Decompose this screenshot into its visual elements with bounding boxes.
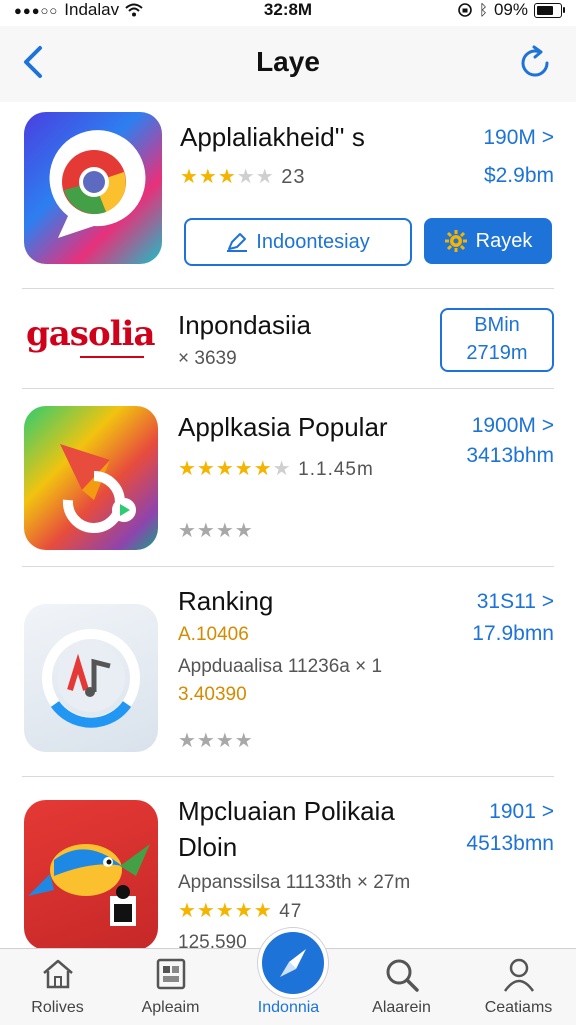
list-item[interactable]: Applkasia Popular ★★★★★★ 1.1.45m ★★★★ 19… [0, 390, 576, 568]
rating-count: 47 [279, 901, 303, 922]
list-item[interactable]: Mpcluaian Polikaia Dloin Appanssilsa 111… [0, 778, 576, 953]
app-meta: Appanssilsa 11133th × 27m [178, 872, 411, 893]
app-name: Inpondasiia [178, 310, 311, 340]
app-price: 4513bmn [466, 832, 554, 855]
star-rating: ★★★★★★ 1.1.45m [178, 458, 374, 480]
divider [22, 566, 554, 567]
app-icon-bird [24, 800, 158, 950]
compass-icon [280, 949, 306, 977]
divider [22, 388, 554, 389]
tab-label: Indonnia [257, 999, 320, 1016]
navigation-bar: Laye [0, 26, 576, 102]
app-price: 17.9bmn [472, 622, 554, 645]
rating-count: 23 [281, 166, 306, 188]
app-size[interactable]: 31S11 > [477, 590, 554, 614]
rate-button-label: Rayek [475, 229, 533, 252]
tab-label: Rolives [31, 999, 84, 1016]
pen-icon [227, 233, 248, 252]
search-icon [386, 959, 419, 992]
list-item[interactable]: Applaliakheid'' s ★★★★★ 23 190M > $2.9bm… [0, 104, 576, 290]
app-name: Ranking [178, 586, 274, 616]
music-circle-logo-icon [42, 629, 140, 728]
price-box-line2: 2719m [466, 342, 528, 364]
gear-icon [444, 230, 467, 252]
app-icon-music-circle [24, 604, 158, 752]
app-size[interactable]: 1901 > [489, 800, 554, 824]
list-item[interactable]: gasolia Inpondasiia × 3639 BMin 2719m [0, 290, 576, 388]
tab-label: Alaarein [372, 999, 431, 1016]
lock-rotation-icon [458, 3, 472, 17]
app-price: 3413bhm [466, 444, 554, 467]
tab-home[interactable]: Rolives [0, 949, 115, 1025]
star-rating: ★★★★ [178, 730, 254, 752]
app-size[interactable]: 1900M > [472, 414, 554, 438]
apps-icon [156, 958, 185, 990]
battery-icon [534, 2, 565, 18]
install-button[interactable]: Indoontesiay [184, 218, 412, 266]
app-price: $2.9bm [483, 164, 554, 187]
tab-profile[interactable]: Ceatiams [461, 949, 576, 1025]
compass-button[interactable] [258, 928, 328, 998]
person-icon [503, 958, 534, 992]
rate-button[interactable]: Rayek [424, 218, 552, 264]
tab-label: Ceatiams [484, 999, 553, 1016]
tab-search[interactable]: Alaarein [344, 949, 459, 1025]
battery-percent: 09% [493, 0, 528, 19]
app-icon-play-like [24, 406, 158, 550]
star-rating: ★★★★★ 23 [180, 166, 306, 188]
install-button-label: Indoontesiay [256, 230, 370, 253]
tab-apps[interactable]: Apleaim [113, 949, 228, 1025]
refresh-icon[interactable] [516, 44, 554, 82]
star-rating: ★★★★★ 47 [178, 900, 303, 922]
app-icon-chrome-like [24, 112, 162, 264]
status-bar: ●●●○○ Indalav 32:8M ᛒ 09% [0, 0, 576, 24]
bird-logo-icon [28, 844, 150, 926]
app-downloads: 3.40390 [178, 684, 247, 705]
music-note-logo-icon [60, 444, 136, 533]
app-name-line1: Mpcluaian Polikaia [178, 796, 395, 826]
rating-count: 1.1.45m [298, 459, 374, 480]
app-name: Applaliakheid'' s [180, 122, 365, 152]
divider [22, 776, 554, 777]
tab-label: Apleaim [141, 999, 200, 1016]
price-box-line1: BMin [474, 314, 520, 336]
divider [22, 288, 554, 289]
bluetooth-icon: ᛒ [478, 1, 488, 19]
secondary-star-rating: ★★★★ [178, 520, 254, 542]
app-name: Applkasia Popular [178, 412, 388, 442]
gasolia-logo: gasolia [26, 314, 155, 364]
app-size[interactable]: 190M > [483, 126, 554, 150]
list-item[interactable]: Ranking A.10406 Appduaalisa 11236a × 1 3… [0, 568, 576, 776]
page-title: Laye [256, 46, 320, 77]
app-meta: × 3639 [178, 348, 237, 369]
app-version: A.10406 [178, 624, 249, 645]
app-meta: Appduaalisa 11236a × 1 [178, 656, 383, 677]
chat-bubble-logo-icon [49, 130, 146, 238]
app-name-line2: Dloin [178, 832, 238, 862]
home-icon [42, 959, 73, 989]
price-box-button[interactable]: BMin 2719m [440, 308, 554, 372]
